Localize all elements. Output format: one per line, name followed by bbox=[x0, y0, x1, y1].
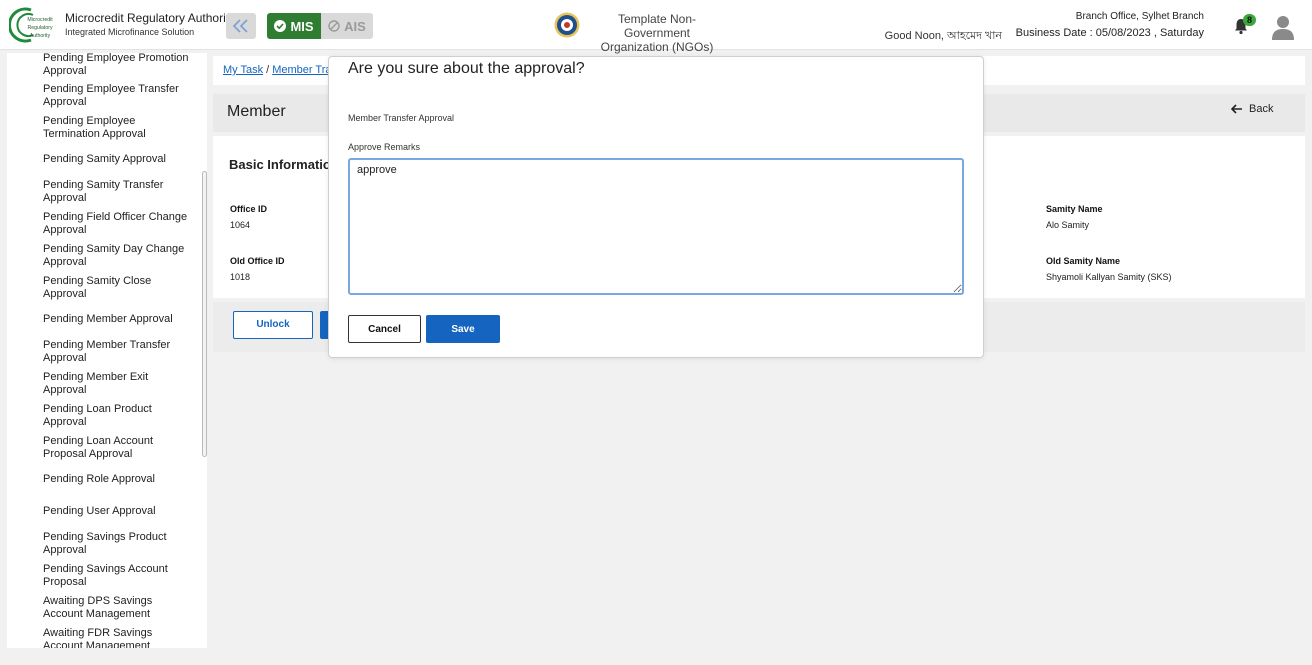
org-name-line-2: Organization (NGOs) bbox=[600, 40, 714, 54]
office-id-label: Office ID bbox=[230, 204, 268, 214]
back-button[interactable]: Back bbox=[1231, 103, 1273, 115]
save-button[interactable]: Save bbox=[426, 315, 500, 343]
module-switch: MIS AIS bbox=[267, 13, 373, 39]
mis-module-button[interactable]: MIS bbox=[267, 13, 321, 39]
samity-name-label: Samity Name bbox=[1046, 204, 1103, 214]
sidebar-item-employee-termination[interactable]: Pending Employee Termination Approval bbox=[43, 115, 193, 141]
old-office-id-value: 1018 bbox=[230, 272, 251, 282]
back-label: Back bbox=[1249, 103, 1274, 115]
arrow-left-icon bbox=[1231, 104, 1242, 114]
breadcrumb-separator: / bbox=[266, 64, 270, 76]
old-samity-name-value: Shyamoli Kallyan Samity (SKS) bbox=[1046, 272, 1172, 282]
logo-text-line-2: Regulatory bbox=[27, 25, 52, 31]
page-title: Member bbox=[227, 103, 286, 120]
breadcrumb-my-task[interactable]: My Task bbox=[223, 64, 263, 76]
sidebar-item-savings-product[interactable]: Pending Savings Product Approval bbox=[43, 531, 193, 557]
brand-subtitle: Integrated Microfinance Solution bbox=[65, 27, 195, 37]
org-name: Template Non-Government Organization (NG… bbox=[587, 12, 727, 54]
sidebar-item-role-approval[interactable]: Pending Role Approval bbox=[43, 473, 193, 486]
old-samity-name-label: Old Samity Name bbox=[1046, 256, 1121, 266]
sidebar-item-member-approval[interactable]: Pending Member Approval bbox=[43, 313, 193, 326]
brand-title: Microcredit Regulatory Authority bbox=[65, 11, 236, 25]
logo-text-line-3: Authority bbox=[30, 33, 51, 39]
modal-title: Are you sure about the approval? bbox=[348, 60, 585, 77]
samity-name-value: Alo Samity bbox=[1046, 220, 1090, 230]
sidebar-scrollbar[interactable] bbox=[202, 171, 207, 457]
modal-subtitle: Member Transfer Approval bbox=[348, 113, 455, 123]
sidebar-item-samity-transfer[interactable]: Pending Samity Transfer Approval bbox=[43, 179, 193, 205]
sidebar-item-member-exit[interactable]: Pending Member Exit Approval bbox=[43, 371, 193, 397]
double-chevron-left-icon bbox=[232, 19, 248, 33]
sidebar-collapse-button[interactable] bbox=[226, 13, 256, 39]
old-office-id-label: Old Office ID bbox=[230, 256, 285, 266]
approve-remarks-label: Approve Remarks bbox=[348, 142, 421, 152]
sidebar: Pending Employee Promotion Approval Pend… bbox=[7, 53, 207, 648]
section-title: Basic Information bbox=[229, 157, 339, 172]
sidebar-item-samity-close[interactable]: Pending Samity Close Approval bbox=[43, 275, 193, 301]
branch-name: Branch Office, Sylhet Branch bbox=[1075, 11, 1204, 22]
government-emblem-icon bbox=[554, 12, 580, 38]
sidebar-item-employee-promotion[interactable]: Pending Employee Promotion Approval bbox=[43, 53, 193, 78]
sidebar-item-samity-day-change[interactable]: Pending Samity Day Change Approval bbox=[43, 243, 193, 269]
ais-module-button[interactable]: AIS bbox=[321, 13, 373, 39]
ais-label: AIS bbox=[344, 18, 366, 34]
user-greeting: Good Noon, আহমেদ খান bbox=[884, 30, 1002, 42]
sidebar-item-employee-transfer[interactable]: Pending Employee Transfer Approval bbox=[43, 83, 193, 109]
user-avatar-icon[interactable] bbox=[1271, 14, 1295, 40]
sidebar-item-fdr-savings[interactable]: Awaiting FDR Savings Account Management bbox=[43, 627, 193, 648]
sidebar-item-savings-account-proposal[interactable]: Pending Savings Account Proposal bbox=[43, 563, 193, 589]
mis-label: MIS bbox=[290, 18, 314, 34]
approve-remarks-input[interactable] bbox=[348, 158, 964, 295]
sidebar-item-loan-product[interactable]: Pending Loan Product Approval bbox=[43, 403, 193, 429]
sidebar-item-field-officer-change[interactable]: Pending Field Officer Change Approval bbox=[43, 211, 193, 237]
notification-badge: 8 bbox=[1243, 14, 1256, 26]
check-circle-icon bbox=[274, 20, 287, 32]
sidebar-item-dps-savings[interactable]: Awaiting DPS Savings Account Management bbox=[43, 595, 193, 621]
app-header: Microcredit Regulatory Authority Microcr… bbox=[0, 0, 1312, 54]
business-date: Business Date : 05/08/2023 , Saturday bbox=[1015, 27, 1204, 39]
block-icon bbox=[328, 20, 340, 32]
sidebar-item-loan-account-proposal[interactable]: Pending Loan Account Proposal Approval bbox=[43, 435, 193, 461]
office-id-value: 1064 bbox=[230, 220, 251, 230]
unlock-button[interactable]: Unlock bbox=[233, 311, 313, 339]
logo-text-line-1: Microcredit bbox=[27, 17, 53, 23]
sidebar-item-samity-approval[interactable]: Pending Samity Approval bbox=[43, 153, 193, 166]
breadcrumb: My Task / Member Tran bbox=[223, 64, 338, 76]
org-name-line-1: Template Non-Government bbox=[617, 12, 697, 40]
sidebar-item-member-transfer[interactable]: Pending Member Transfer Approval bbox=[43, 339, 193, 365]
mra-logo-icon: Microcredit Regulatory Authority bbox=[9, 7, 53, 43]
sidebar-item-user-approval[interactable]: Pending User Approval bbox=[43, 505, 193, 518]
cancel-button[interactable]: Cancel bbox=[348, 315, 421, 343]
